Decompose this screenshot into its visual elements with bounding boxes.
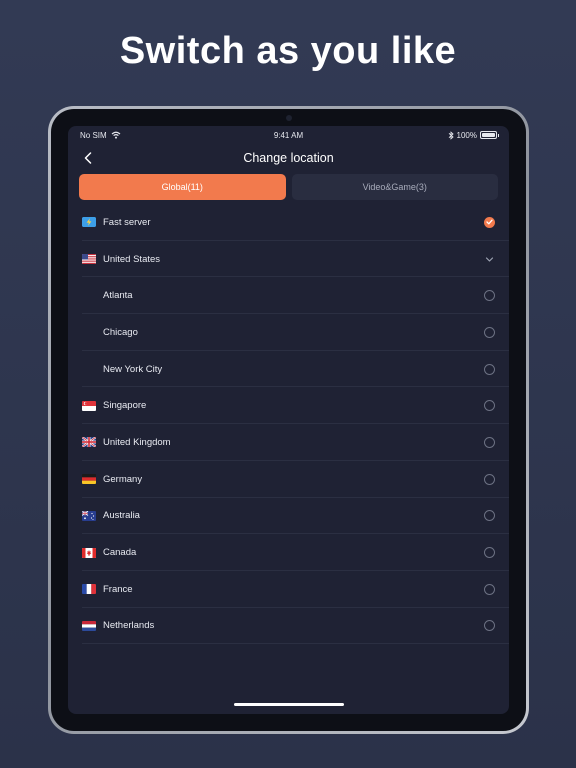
unselected-radio[interactable] xyxy=(484,326,495,338)
app-screen: No SIM 9:41 AM 100% Change location Glob… xyxy=(68,126,509,714)
location-label: Singapore xyxy=(103,400,147,412)
netherlands-flag-icon xyxy=(82,620,96,631)
tablet-device-frame: No SIM 9:41 AM 100% Change location Glob… xyxy=(48,106,529,734)
location-row-australia[interactable]: Australia xyxy=(68,498,509,535)
status-time: 9:41 AM xyxy=(273,130,304,140)
city-label: New York City xyxy=(103,363,163,375)
marketing-headline: Switch as you like xyxy=(119,30,457,72)
location-row-united-kingdom[interactable]: United Kingdom xyxy=(68,424,509,461)
unselected-radio[interactable] xyxy=(484,583,495,595)
location-list: Fast server United States Atlanta Chicag… xyxy=(68,204,509,644)
unselected-radio[interactable] xyxy=(484,290,495,302)
lightning-icon xyxy=(82,217,96,228)
france-flag-icon xyxy=(82,584,96,595)
city-row-atlanta[interactable]: Atlanta xyxy=(68,277,509,314)
page-title: Change location xyxy=(243,151,334,165)
singapore-flag-icon xyxy=(82,400,96,411)
location-label: Germany xyxy=(103,473,143,485)
carrier-text: No SIM xyxy=(80,130,107,140)
status-bar: No SIM 9:41 AM 100% xyxy=(68,126,509,144)
home-indicator[interactable] xyxy=(233,703,344,706)
city-row-chicago[interactable]: Chicago xyxy=(68,314,509,351)
battery-percent: 100% xyxy=(456,130,477,140)
unselected-radio[interactable] xyxy=(484,473,495,485)
location-label: Fast server xyxy=(103,216,151,228)
tablet-bezel: No SIM 9:41 AM 100% Change location Glob… xyxy=(51,109,526,731)
navigation-bar: Change location xyxy=(68,144,509,172)
location-row-fast-server[interactable]: Fast server xyxy=(68,204,509,241)
selected-radio[interactable] xyxy=(484,216,495,228)
location-tabs: Global(11) Video&Game(3) xyxy=(68,174,509,200)
chevron-down-icon[interactable] xyxy=(484,254,495,265)
checkmark-icon xyxy=(486,219,493,225)
location-label: Netherlands xyxy=(103,620,155,632)
city-label: Chicago xyxy=(103,326,138,338)
uk-flag-icon xyxy=(82,437,96,448)
us-flag-icon xyxy=(82,254,96,265)
unselected-radio[interactable] xyxy=(484,363,495,375)
germany-flag-icon xyxy=(82,474,96,485)
battery-icon xyxy=(480,131,499,139)
location-row-canada[interactable]: Canada xyxy=(68,534,509,571)
city-label: Atlanta xyxy=(103,290,133,302)
canada-flag-icon xyxy=(82,547,96,558)
location-row-germany[interactable]: Germany xyxy=(68,461,509,498)
unselected-radio[interactable] xyxy=(484,547,495,559)
back-button[interactable] xyxy=(78,148,98,168)
bluetooth-icon xyxy=(448,130,454,140)
tab-global[interactable]: Global(11) xyxy=(79,174,286,200)
location-row-netherlands[interactable]: Netherlands xyxy=(68,608,509,645)
location-row-united-states[interactable]: United States xyxy=(68,241,509,278)
city-row-new-york-city[interactable]: New York City xyxy=(68,351,509,388)
location-label: France xyxy=(103,583,133,595)
unselected-radio[interactable] xyxy=(484,620,495,632)
unselected-radio[interactable] xyxy=(484,436,495,448)
wifi-icon xyxy=(111,131,121,139)
location-row-france[interactable]: France xyxy=(68,571,509,608)
australia-flag-icon xyxy=(82,510,96,521)
location-row-singapore[interactable]: Singapore xyxy=(68,387,509,424)
battery-level-fill xyxy=(482,133,495,137)
front-camera xyxy=(285,115,292,121)
chevron-left-icon xyxy=(84,152,92,164)
unselected-radio[interactable] xyxy=(484,400,495,412)
location-label: United States xyxy=(103,253,161,265)
location-label: Canada xyxy=(103,547,137,559)
location-label: Australia xyxy=(103,510,140,522)
location-label: United Kingdom xyxy=(103,436,171,448)
unselected-radio[interactable] xyxy=(484,510,495,522)
tab-video-game[interactable]: Video&Game(3) xyxy=(291,174,498,200)
